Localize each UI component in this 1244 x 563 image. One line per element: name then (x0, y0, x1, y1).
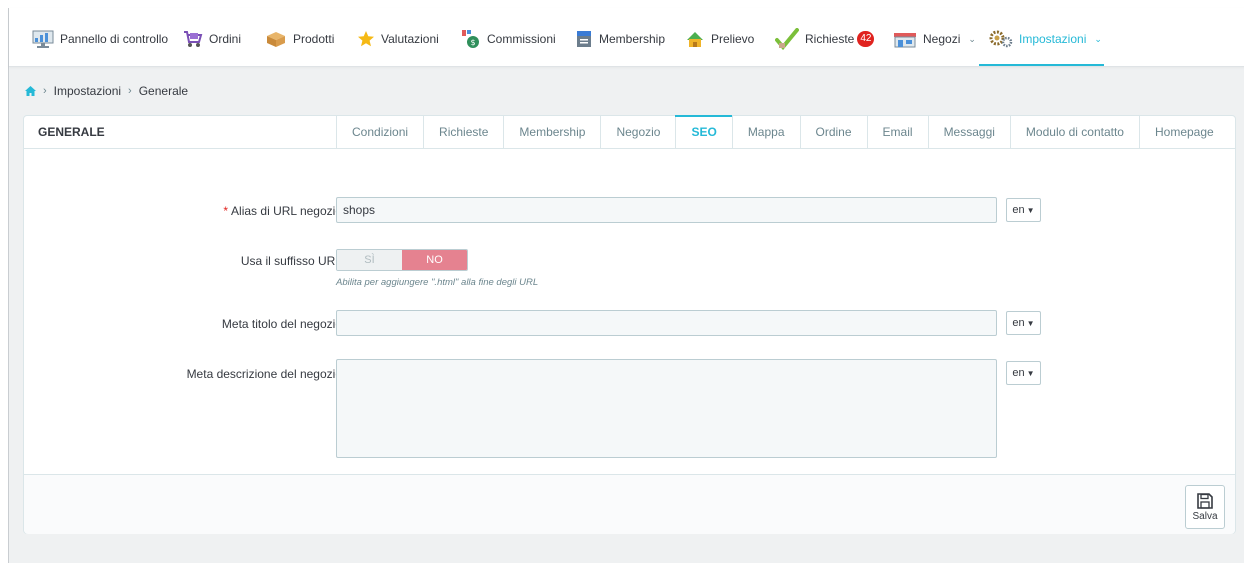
svg-text:$: $ (470, 38, 475, 47)
nav-item-settings[interactable]: Impostazioni ⌄ (989, 28, 1102, 50)
panel-header: GENERALE Condizioni Richieste Membership… (24, 115, 1235, 149)
tab-order[interactable]: Ordine (799, 116, 867, 148)
url-suffix-help-text: Abilita per aggiungere ".html" alla fine… (336, 277, 539, 288)
checkmark-icon (775, 28, 799, 50)
language-code: en (1012, 204, 1025, 216)
language-code: en (1012, 317, 1025, 329)
url-suffix-label: Usa il suffisso URL (240, 254, 342, 268)
tab-shop[interactable]: Negozio (600, 116, 675, 148)
meta-title-language-dropdown[interactable]: en ▼ (1006, 311, 1041, 335)
nav-item-membership[interactable]: Membership (575, 28, 665, 50)
star-icon (358, 31, 374, 47)
app-frame: Pannello di controllo Ordini Prodotti Va… (8, 8, 1244, 563)
active-nav-indicator (979, 64, 1104, 66)
nav-item-products[interactable]: Prodotti (265, 28, 334, 50)
nav-item-requests[interactable]: Richieste 42 (775, 28, 875, 50)
tab-email[interactable]: Email (866, 116, 928, 148)
nav-item-withdraw[interactable]: Prelievo (685, 28, 754, 50)
nav-item-ratings[interactable]: Valutazioni (357, 28, 439, 50)
tab-map[interactable]: Mappa (731, 116, 800, 148)
money-bag-icon: $ (462, 30, 479, 48)
meta-description-language-dropdown[interactable]: en ▼ (1006, 361, 1041, 385)
url-alias-label: * Alias di URL negozio (42, 204, 342, 218)
tab-homepage[interactable]: Homepage (1138, 116, 1229, 148)
nav-item-dashboard[interactable]: Pannello di controllo (32, 28, 168, 50)
caret-down-icon: ▼ (1026, 205, 1035, 215)
settings-gears-icon (989, 30, 1013, 48)
meta-title-input[interactable] (336, 310, 997, 336)
shop-icon (894, 33, 916, 48)
url-suffix-no-option[interactable]: NO (402, 250, 467, 270)
caret-down-icon: ▼ (1026, 368, 1035, 378)
products-box-icon (267, 32, 285, 47)
chevron-down-icon: ⌄ (968, 33, 976, 44)
nav-item-shops[interactable]: Negozi ⌄ (893, 28, 976, 50)
nav-label: Ordini (209, 32, 242, 46)
tab-requests[interactable]: Richieste (423, 116, 503, 148)
chevron-right-icon: › (43, 85, 47, 97)
nav-label: Valutazioni (381, 32, 439, 46)
tab-membership[interactable]: Membership (503, 116, 600, 148)
url-alias-language-dropdown[interactable]: en ▼ (1006, 198, 1041, 222)
tab-contact-form[interactable]: Modulo di contatto (1009, 116, 1139, 148)
meta-description-textarea[interactable] (336, 359, 997, 458)
nav-label: Commissioni (487, 32, 556, 46)
tab-seo[interactable]: SEO (675, 115, 733, 148)
meta-description-label: Meta descrizione del negozio (186, 367, 342, 381)
save-button-label: Salva (1192, 510, 1218, 522)
settings-panel: GENERALE Condizioni Richieste Membership… (23, 115, 1236, 534)
chevron-right-icon: › (128, 85, 132, 97)
url-alias-label-text: Alias di URL negozio (231, 204, 342, 218)
withdraw-icon (687, 32, 703, 47)
settings-tabs: Condizioni Richieste Membership Negozio … (336, 115, 1229, 148)
chevron-down-icon: ⌄ (1094, 33, 1102, 44)
url-suffix-switch: SÌ NO (336, 249, 468, 271)
nav-label: Negozi (923, 32, 961, 46)
nav-label: Pannello di controllo (60, 32, 169, 46)
panel-title: GENERALE (38, 125, 105, 139)
nav-label: Prelievo (711, 32, 755, 46)
home-icon[interactable] (25, 86, 36, 96)
language-code: en (1012, 367, 1025, 379)
nav-label: Richieste (805, 32, 855, 46)
top-navigation: Pannello di controllo Ordini Prodotti Va… (9, 8, 1244, 67)
save-button[interactable]: Salva (1185, 485, 1225, 529)
breadcrumb-item[interactable]: Impostazioni (54, 84, 121, 98)
caret-down-icon: ▼ (1026, 318, 1035, 328)
url-alias-input[interactable] (336, 197, 997, 223)
url-suffix-yes-option[interactable]: SÌ (337, 250, 402, 270)
required-mark: * (223, 204, 229, 218)
membership-icon (577, 31, 591, 47)
nav-item-orders[interactable]: Ordini (183, 28, 241, 50)
tab-conditions[interactable]: Condizioni (336, 116, 423, 148)
nav-label: Impostazioni (1019, 32, 1087, 46)
dashboard-icon (32, 30, 54, 48)
breadcrumb-item-current: Generale (138, 84, 189, 98)
orders-cart-icon (184, 31, 203, 47)
meta-title-label: Meta titolo del negozio (221, 317, 342, 331)
floppy-disk-icon (1197, 492, 1213, 509)
nav-label: Prodotti (293, 32, 335, 46)
breadcrumb: › Impostazioni › Generale (25, 84, 188, 98)
tab-messages[interactable]: Messaggi (927, 116, 1010, 148)
requests-count-badge: 42 (857, 31, 875, 47)
panel-footer: Salva (24, 474, 1235, 534)
nav-label: Membership (599, 32, 666, 46)
nav-item-commissions[interactable]: $ Commissioni (461, 28, 556, 50)
